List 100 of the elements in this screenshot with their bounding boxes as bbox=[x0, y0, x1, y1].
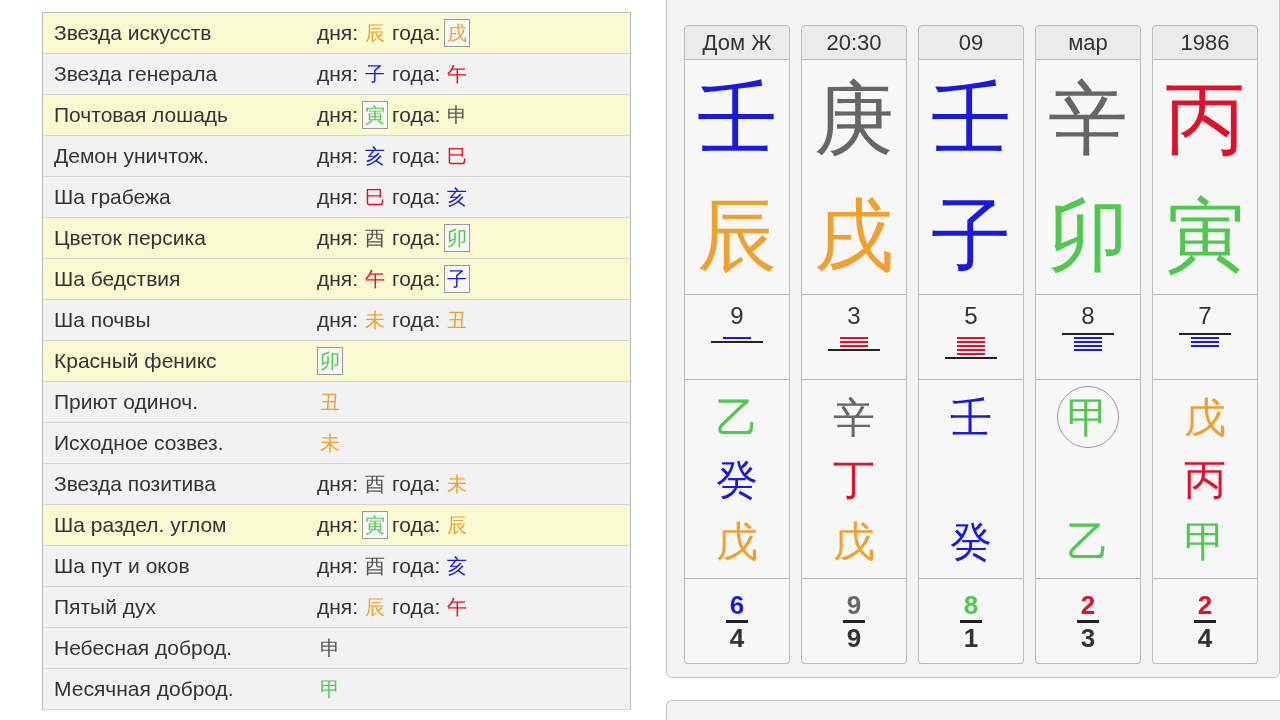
hidden-stem-glyph: 壬 bbox=[949, 392, 993, 443]
star-name: Звезда генерала bbox=[53, 61, 219, 88]
star-name: Месячная доброд. bbox=[53, 676, 235, 703]
day-label: дня: bbox=[317, 143, 359, 170]
day-label: дня: bbox=[317, 20, 359, 47]
star-number: 5 bbox=[964, 301, 978, 331]
hidden-stem-glyph: 丙 bbox=[1183, 454, 1227, 505]
branch-glyph: 未 bbox=[446, 472, 469, 497]
hidden-stem-glyph: 戊 bbox=[715, 516, 759, 567]
fraction-numerator: 9 bbox=[846, 590, 862, 619]
branch-glyph: 丑 bbox=[319, 390, 341, 415]
branch-glyph: 辰 bbox=[364, 595, 387, 620]
pillar-header: 09 bbox=[918, 25, 1024, 60]
year-label: года: bbox=[392, 143, 441, 170]
branch-glyph: 申 bbox=[446, 103, 469, 128]
hidden-stem-glyph: 辛 bbox=[832, 392, 876, 443]
day-label: дня: bbox=[317, 102, 359, 129]
day-label: дня: bbox=[317, 594, 359, 621]
star-name: Ша грабежа bbox=[53, 184, 172, 211]
star-name: Ша раздел. углом bbox=[53, 512, 228, 539]
day-label: дня: bbox=[317, 553, 359, 580]
year-label: года: bbox=[392, 61, 441, 88]
stem-glyph: 庚 bbox=[814, 73, 894, 164]
year-label: года: bbox=[392, 594, 441, 621]
star-name: Почтовая лошадь bbox=[53, 102, 229, 129]
branch-glyph: 辰 bbox=[364, 21, 387, 46]
hidden-stem-glyph: 甲 bbox=[1183, 516, 1227, 567]
boxed-branch-glyph: 寅 bbox=[362, 101, 389, 129]
branch-glyph: 亥 bbox=[446, 185, 469, 210]
star-name: Звезда позитива bbox=[53, 471, 217, 498]
branch-glyph: 午 bbox=[364, 267, 387, 292]
fraction-numerator: 2 bbox=[1197, 590, 1213, 619]
day-label: дня: bbox=[317, 266, 359, 293]
branch-glyph: 午 bbox=[446, 595, 469, 620]
hidden-stem-glyph: 丁 bbox=[832, 454, 876, 505]
star-name: Пятый дух bbox=[53, 594, 157, 621]
pillar-header: Дом Ж bbox=[684, 25, 790, 60]
day-label: дня: bbox=[317, 307, 359, 334]
fraction-denominator: 4 bbox=[729, 623, 745, 652]
year-label: года: bbox=[392, 102, 441, 129]
fraction-numerator: 8 bbox=[963, 590, 979, 619]
star-name: Исходное созвез. bbox=[53, 430, 225, 457]
day-label: дня: bbox=[317, 61, 359, 88]
year-label: года: bbox=[392, 512, 441, 539]
year-label: года: bbox=[392, 184, 441, 211]
star-name: Демон уничтож. bbox=[53, 143, 210, 170]
star-name: Ша пут и оков bbox=[53, 553, 191, 580]
boxed-branch-glyph: 戌 bbox=[444, 19, 471, 47]
year-label: года: bbox=[392, 225, 441, 252]
branch-glyph: 卯 bbox=[1048, 190, 1128, 281]
day-label: дня: bbox=[317, 512, 359, 539]
day-label: дня: bbox=[317, 184, 359, 211]
hidden-stem-glyph: 癸 bbox=[715, 454, 759, 505]
hidden-stem-glyph: 戊 bbox=[832, 516, 876, 567]
stem-glyph: 壬 bbox=[931, 73, 1011, 164]
pillar-header: 20:30 bbox=[801, 25, 907, 60]
pillar-header: 1986 bbox=[1152, 25, 1258, 60]
boxed-branch-glyph: 卯 bbox=[444, 224, 471, 252]
branch-glyph: 酉 bbox=[364, 554, 387, 579]
branch-glyph: 辰 bbox=[446, 513, 469, 538]
hidden-stem-glyph: 乙 bbox=[1066, 516, 1110, 567]
branch-glyph: 子 bbox=[931, 190, 1011, 281]
branch-glyph: 午 bbox=[446, 62, 469, 87]
fraction-numerator: 2 bbox=[1080, 590, 1096, 619]
branch-glyph: 巳 bbox=[364, 185, 387, 210]
branch-glyph: 甲 bbox=[319, 677, 341, 702]
branch-glyph: 亥 bbox=[446, 554, 469, 579]
boxed-branch-glyph: 寅 bbox=[362, 511, 389, 539]
branch-glyph: 亥 bbox=[364, 144, 387, 169]
pillar-header: мар bbox=[1035, 25, 1141, 60]
star-name: Ша почвы bbox=[53, 307, 152, 334]
hidden-stem-glyph: 乙 bbox=[715, 392, 759, 443]
boxed-branch-glyph: 卯 bbox=[317, 347, 343, 375]
branch-glyph: 子 bbox=[364, 62, 387, 87]
day-label: дня: bbox=[317, 225, 359, 252]
hidden-stem-glyph: 戊 bbox=[1183, 392, 1227, 443]
branch-glyph: 酉 bbox=[364, 472, 387, 497]
branch-glyph: 未 bbox=[319, 431, 341, 456]
year-label: года: bbox=[392, 307, 441, 334]
star-name: Небесная доброд. bbox=[53, 635, 233, 662]
fraction-numerator: 6 bbox=[729, 590, 745, 619]
year-label: года: bbox=[392, 20, 441, 47]
branch-glyph: 未 bbox=[364, 308, 387, 333]
star-number: 3 bbox=[847, 301, 861, 331]
fraction-denominator: 3 bbox=[1080, 623, 1096, 652]
year-label: года: bbox=[392, 471, 441, 498]
stem-glyph: 壬 bbox=[697, 73, 777, 164]
fraction-denominator: 9 bbox=[846, 623, 862, 652]
stem-glyph: 辛 bbox=[1048, 73, 1128, 164]
branch-glyph: 辰 bbox=[697, 190, 777, 281]
star-name: Цветок персика bbox=[53, 225, 207, 252]
star-number: 8 bbox=[1081, 301, 1095, 331]
stem-glyph: 丙 bbox=[1165, 73, 1245, 164]
year-label: года: bbox=[392, 553, 441, 580]
star-number: 9 bbox=[730, 301, 744, 331]
branch-glyph: 酉 bbox=[364, 226, 387, 251]
branch-glyph: 巳 bbox=[446, 144, 469, 169]
branch-glyph: 戌 bbox=[814, 190, 894, 281]
star-name: Ша бедствия bbox=[53, 266, 182, 293]
hidden-stem-glyph: 癸 bbox=[949, 516, 993, 567]
